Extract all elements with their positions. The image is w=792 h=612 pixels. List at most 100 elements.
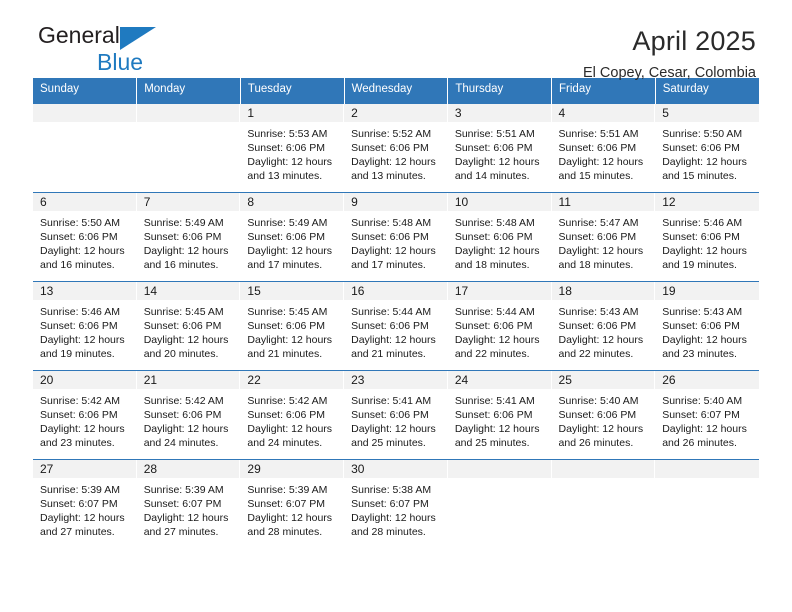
general-blue-logo[interactable]: General Blue: [38, 24, 288, 76]
day-cell[interactable]: 21 Sunrise: 5:42 AM Sunset: 6:06 PM Dayligh…: [136, 369, 241, 460]
day-cell[interactable]: 11 Sunrise: 5:47 AM Sunset: 6:06 PM Dayligh…: [551, 191, 656, 282]
day-cell[interactable]: 24 Sunrise: 5:41 AM Sunset: 6:06 PM Dayligh…: [447, 369, 552, 460]
sunrise-sunset-calendar: Sunday Monday Tuesday Wednesday Thursday…: [33, 78, 759, 548]
day-cell[interactable]: 28 Sunrise: 5:39 AM Sunset: 6:07 PM Dayligh…: [136, 458, 241, 548]
day-cell[interactable]: 25 Sunrise: 5:40 AM Sunset: 6:06 PM Dayligh…: [551, 369, 656, 460]
column-header-saturday: Saturday: [655, 78, 759, 104]
sunset-text: Sunset: 6:06 PM: [454, 409, 533, 421]
sunrise-text: Sunrise: 5:41 AM: [351, 394, 432, 407]
daylight-text-line2: and 15 minutes.: [558, 170, 634, 183]
daylight-text-line2: and 17 minutes.: [247, 259, 323, 272]
day-cell[interactable]: 2 Sunrise: 5:52 AM Sunset: 6:06 PM Daylight…: [344, 102, 448, 193]
daylight-text-line1: Daylight: 12 hours: [351, 334, 436, 347]
day-number: 21: [136, 370, 241, 389]
day-number: 18: [551, 281, 656, 300]
day-cell[interactable]: 12 Sunrise: 5:46 AM Sunset: 6:06 PM Dayligh…: [655, 191, 759, 282]
day-cell[interactable]: 16 Sunrise: 5:44 AM Sunset: 6:06 PM Dayligh…: [344, 280, 448, 371]
day-cell[interactable]: 19 Sunrise: 5:43 AM Sunset: 6:06 PM Dayligh…: [655, 280, 759, 371]
day-cell[interactable]: 8 Sunrise: 5:49 AM Sunset: 6:06 PM Daylight…: [240, 191, 345, 282]
day-cell[interactable]: 14 Sunrise: 5:45 AM Sunset: 6:06 PM Dayligh…: [136, 280, 241, 371]
day-cell[interactable]: 27 Sunrise: 5:39 AM Sunset: 6:07 PM Dayligh…: [33, 458, 137, 548]
day-cell[interactable]: 26 Sunrise: 5:40 AM Sunset: 6:07 PM Dayligh…: [655, 369, 759, 460]
daylight-text-line1: Daylight: 12 hours: [662, 245, 747, 258]
daylight-text-line2: and 27 minutes.: [40, 526, 115, 539]
sunrise-text: Sunrise: 5:51 AM: [558, 127, 639, 140]
day-details: Sunrise: 5:41 AM Sunset: 6:06 PM Daylight:…: [344, 389, 448, 451]
sunrise-text: Sunrise: 5:42 AM: [143, 394, 224, 407]
day-details: Sunrise: 5:42 AM Sunset: 6:06 PM Daylight:…: [137, 389, 241, 451]
day-number: 19: [655, 281, 759, 300]
day-details: Sunrise: 5:53 AM Sunset: 6:06 PM Daylight:…: [240, 122, 344, 184]
sunrise-text: Sunrise: 5:45 AM: [247, 305, 328, 318]
day-cell[interactable]: 17 Sunrise: 5:44 AM Sunset: 6:06 PM Dayligh…: [447, 280, 552, 371]
day-number: 10: [447, 192, 552, 211]
day-cell[interactable]: 22 Sunrise: 5:42 AM Sunset: 6:06 PM Dayligh…: [240, 369, 345, 460]
sunset-text: Sunset: 6:06 PM: [143, 320, 222, 332]
daylight-text-line2: and 26 minutes.: [662, 437, 737, 450]
day-cell[interactable]: 5 Sunrise: 5:50 AM Sunset: 6:06 PM Daylight…: [655, 102, 759, 193]
day-number: 22: [240, 370, 345, 389]
day-number: 27: [33, 459, 137, 478]
day-number: 9: [344, 192, 448, 211]
daylight-text-line1: Daylight: 12 hours: [662, 423, 747, 436]
sunset-text: Sunset: 6:06 PM: [143, 409, 222, 421]
day-details: Sunrise: 5:38 AM Sunset: 6:07 PM Daylight:…: [344, 478, 448, 540]
daylight-text-line1: Daylight: 12 hours: [558, 245, 644, 258]
day-cell[interactable]: 10 Sunrise: 5:48 AM Sunset: 6:06 PM Dayligh…: [447, 191, 552, 282]
daylight-text-line1: Daylight: 12 hours: [351, 245, 436, 258]
sunset-text: Sunset: 6:06 PM: [143, 231, 222, 243]
sunrise-text: Sunrise: 5:49 AM: [143, 216, 224, 229]
logo-text-general: General: [38, 22, 120, 48]
day-cell[interactable]: 23 Sunrise: 5:41 AM Sunset: 6:06 PM Dayligh…: [344, 369, 448, 460]
day-cell[interactable]: 30 Sunrise: 5:38 AM Sunset: 6:07 PM Dayligh…: [344, 458, 448, 548]
day-cell[interactable]: 15 Sunrise: 5:45 AM Sunset: 6:06 PM Dayligh…: [240, 280, 345, 371]
day-cell[interactable]: 3 Sunrise: 5:51 AM Sunset: 6:06 PM Daylight…: [447, 102, 552, 193]
sunrise-text: Sunrise: 5:45 AM: [143, 305, 224, 318]
day-cell[interactable]: 20 Sunrise: 5:42 AM Sunset: 6:06 PM Dayligh…: [33, 369, 137, 460]
sunset-text: Sunset: 6:06 PM: [40, 231, 118, 243]
day-number: 24: [447, 370, 552, 389]
day-cell[interactable]: 1 Sunrise: 5:53 AM Sunset: 6:06 PM Daylight…: [240, 102, 345, 193]
day-details: Sunrise: 5:50 AM Sunset: 6:06 PM Daylight:…: [33, 211, 137, 273]
daylight-text-line2: and 28 minutes.: [351, 526, 426, 539]
day-number: 23: [344, 370, 448, 389]
daylight-text-line1: Daylight: 12 hours: [143, 423, 229, 436]
daylight-text-line1: Daylight: 12 hours: [351, 156, 436, 169]
daylight-text-line2: and 20 minutes.: [143, 348, 219, 361]
sunrise-text: Sunrise: 5:39 AM: [40, 483, 120, 496]
day-cell[interactable]: 6 Sunrise: 5:50 AM Sunset: 6:06 PM Daylight…: [33, 191, 137, 282]
weekday-header: Sunday Monday Tuesday Wednesday Thursday…: [33, 78, 759, 104]
day-cell[interactable]: 4 Sunrise: 5:51 AM Sunset: 6:06 PM Daylight…: [551, 102, 656, 193]
day-details: Sunrise: 5:39 AM Sunset: 6:07 PM Daylight:…: [240, 478, 344, 540]
daylight-text-line2: and 22 minutes.: [454, 348, 530, 361]
page-subtitle: El Copey, Cesar, Colombia: [582, 64, 756, 81]
day-cell[interactable]: 7 Sunrise: 5:49 AM Sunset: 6:06 PM Daylight…: [136, 191, 241, 282]
day-number: 4: [551, 103, 656, 122]
daylight-text-line1: Daylight: 12 hours: [662, 334, 747, 347]
day-number: 8: [240, 192, 345, 211]
day-number: [655, 459, 759, 478]
sunset-text: Sunset: 6:06 PM: [558, 409, 637, 421]
sunrise-text: Sunrise: 5:38 AM: [351, 483, 432, 496]
sunset-text: Sunset: 6:06 PM: [558, 320, 637, 332]
daylight-text-line2: and 21 minutes.: [247, 348, 323, 361]
sunset-text: Sunset: 6:06 PM: [454, 142, 533, 154]
sunrise-text: Sunrise: 5:39 AM: [143, 483, 224, 496]
day-cell-empty: [33, 102, 137, 193]
daylight-text-line1: Daylight: 12 hours: [247, 334, 333, 347]
daylight-text-line1: Daylight: 12 hours: [247, 156, 333, 169]
sunrise-text: Sunrise: 5:39 AM: [247, 483, 328, 496]
day-cell[interactable]: 9 Sunrise: 5:48 AM Sunset: 6:06 PM Daylight…: [344, 191, 448, 282]
sunrise-text: Sunrise: 5:53 AM: [247, 127, 328, 140]
sunrise-text: Sunrise: 5:41 AM: [454, 394, 535, 407]
day-number: 3: [447, 103, 552, 122]
sunrise-text: Sunrise: 5:50 AM: [662, 127, 743, 140]
daylight-text-line2: and 27 minutes.: [143, 526, 219, 539]
day-number: 1: [240, 103, 345, 122]
day-number: 28: [136, 459, 241, 478]
daylight-text-line1: Daylight: 12 hours: [247, 245, 333, 258]
day-cell[interactable]: 29 Sunrise: 5:39 AM Sunset: 6:07 PM Dayligh…: [240, 458, 345, 548]
day-cell[interactable]: 13 Sunrise: 5:46 AM Sunset: 6:06 PM Dayligh…: [33, 280, 137, 371]
sunrise-text: Sunrise: 5:48 AM: [351, 216, 432, 229]
day-cell[interactable]: 18 Sunrise: 5:43 AM Sunset: 6:06 PM Dayligh…: [551, 280, 656, 371]
